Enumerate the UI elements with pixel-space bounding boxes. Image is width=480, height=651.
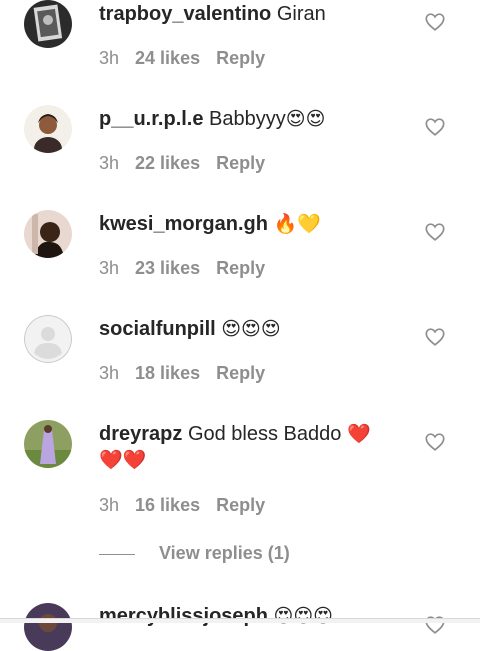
view-replies-button[interactable]: View replies (1) (99, 543, 290, 564)
comment-time: 3h (99, 48, 120, 68)
reply-button[interactable]: Reply (216, 363, 265, 383)
avatar[interactable] (24, 315, 72, 363)
comment-likes[interactable]: 16 likes (135, 495, 200, 515)
comment-meta: 3h 18 likes Reply (99, 363, 281, 384)
heart-outline-icon[interactable] (424, 326, 446, 348)
avatar[interactable] (24, 420, 72, 468)
comment-text: God bless Baddo (187, 423, 342, 445)
replies-divider-line (99, 553, 135, 555)
comment-likes[interactable]: 22 likes (135, 153, 200, 173)
comment-time: 3h (99, 153, 120, 173)
reply-button[interactable]: Reply (216, 48, 265, 68)
view-replies-label: View replies (1) (159, 543, 290, 563)
comment-emoji: 😍😍😍 (221, 318, 281, 340)
comment-time: 3h (99, 258, 120, 278)
comment-username[interactable]: trapboy_valentino (99, 3, 271, 25)
reply-button[interactable]: Reply (216, 153, 265, 173)
comment-input-bar-edge (0, 618, 480, 623)
comment-username[interactable]: dreyrapz (99, 423, 182, 445)
comment-likes[interactable]: 18 likes (135, 363, 200, 383)
comment-emoji-line2: ❤️❤️ (99, 449, 147, 471)
comment-body: socialfunpill 😍😍😍 (99, 316, 399, 342)
heart-outline-icon[interactable] (424, 431, 446, 453)
comment-likes[interactable]: 23 likes (135, 258, 200, 278)
heart-outline-icon[interactable] (424, 11, 446, 33)
comment-meta: 3h 16 likes Reply (99, 495, 281, 516)
comment-username[interactable]: kwesi_morgan.gh (99, 213, 268, 235)
reply-button[interactable]: Reply (216, 258, 265, 278)
comment-emoji: 😍😍 (285, 108, 326, 130)
comment-meta: 3h 24 likes Reply (99, 48, 281, 69)
avatar[interactable] (24, 0, 72, 48)
comment-meta: 3h 23 likes Reply (99, 258, 281, 279)
comment-emoji: ❤️ (346, 423, 371, 445)
comment-body: mercyblissjoseph 😍😍😍 (99, 603, 399, 629)
heart-outline-icon[interactable] (424, 221, 446, 243)
comment-likes[interactable]: 24 likes (135, 48, 200, 68)
comment-username[interactable]: mercyblissjoseph (99, 605, 268, 627)
reply-button[interactable]: Reply (216, 495, 265, 515)
comment-body: trapboy_valentino Giran (99, 1, 399, 27)
comment-text: Giran (276, 3, 326, 25)
comment-body: dreyrapz God bless Baddo ❤️ ❤️❤️ (99, 421, 399, 473)
comment-username[interactable]: socialfunpill (99, 318, 216, 340)
comment-time: 3h (99, 363, 120, 383)
avatar[interactable] (24, 603, 72, 651)
comment-username[interactable]: p__u.r.p.l.e (99, 108, 203, 130)
comment-text: Babbyyy (209, 108, 286, 130)
comment-time: 3h (99, 495, 120, 515)
comment-meta: 3h 22 likes Reply (99, 153, 281, 174)
comment-body: p__u.r.p.l.e Babbyyy😍😍 (99, 106, 399, 132)
avatar[interactable] (24, 210, 72, 258)
heart-outline-icon[interactable] (424, 116, 446, 138)
comment-emoji: 😍😍😍 (273, 605, 333, 627)
comment-body: kwesi_morgan.gh 🔥💛 (99, 211, 399, 237)
avatar[interactable] (24, 105, 72, 153)
comment-emoji: 🔥💛 (273, 213, 321, 235)
